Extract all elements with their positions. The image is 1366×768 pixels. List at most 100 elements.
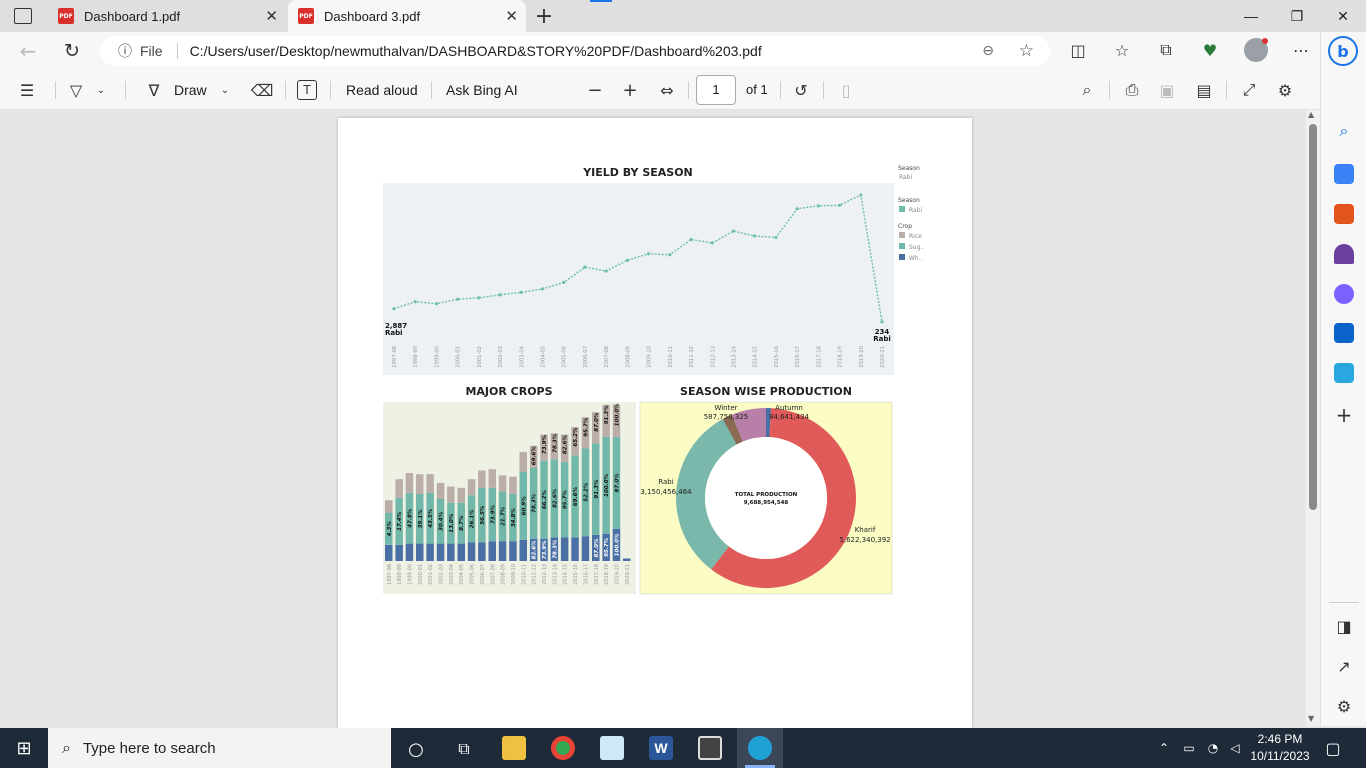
search-icon[interactable]: ⌕ [1077,80,1097,100]
zoom-in-icon[interactable]: + [620,80,640,101]
vertical-scrollbar[interactable]: ▲ ▼ [1306,110,1320,726]
print-icon[interactable]: ⎙ [1122,80,1142,100]
crop-bar-label: 82.6% [552,488,558,508]
scroll-up-icon[interactable]: ▲ [1308,110,1314,119]
tab-dashboard-1[interactable]: PDF Dashboard 1.pdf ✕ [48,0,286,32]
rotate-icon[interactable]: ↺ [791,80,811,100]
crop-bar-segment [478,470,486,488]
close-window-button[interactable]: ✕ [1320,0,1366,32]
crop-bar-label: 52.2% [583,482,589,502]
settings-gear-icon[interactable]: ⚙ [1333,695,1355,717]
url-text: C:/Users/user/Desktop/newmuthalvan/DASHB… [189,43,762,59]
tab-actions-icon[interactable] [14,8,32,24]
yield-x-tick: 2007-08 [604,346,610,368]
fullscreen-icon[interactable]: ⤢ [1239,80,1259,100]
games-icon[interactable] [1334,244,1354,264]
bing-chat-icon[interactable]: b [1328,36,1358,66]
settings-gear-icon[interactable]: ⚙ [1275,80,1295,100]
chevron-down-icon[interactable]: ⌄ [94,82,108,98]
close-tab-icon[interactable]: ✕ [265,7,278,25]
contents-icon[interactable]: ☰ [18,80,36,100]
tab-bar: PDF Dashboard 1.pdf ✕ PDF Dashboard 3.pd… [0,0,1366,32]
zoom-out-icon[interactable]: − [585,80,605,101]
wifi-icon[interactable]: ◔ [1204,738,1222,758]
draw-button[interactable]: Draw [174,82,207,98]
page-number-input[interactable]: 1 [696,75,736,105]
new-tab-button[interactable]: + [533,4,555,29]
page-view-icon[interactable]: ▯ [836,80,856,100]
text-box-icon[interactable]: T [297,80,317,100]
favorite-star-icon[interactable]: ☆ [1019,41,1034,61]
yield-x-tick: 2004-05 [541,346,547,368]
word-icon[interactable]: W [649,736,673,760]
cortana-icon[interactable]: ○ [405,738,427,760]
split-screen-icon[interactable]: ◫ [1068,40,1088,60]
crop-bar-segment [623,558,631,561]
eraser-icon[interactable]: ⌫ [251,80,274,100]
chrome-icon[interactable] [551,736,575,760]
taskbar-search[interactable]: ⌕ Type here to search [48,728,391,768]
clock[interactable]: 2:46 PM 10/11/2023 [1250,731,1310,765]
crop-bar-label: 65.2% [573,427,579,447]
edge-icon[interactable] [748,736,772,760]
volume-icon[interactable]: ◁ [1226,738,1244,758]
save-as-icon[interactable]: ▤ [1194,80,1214,100]
ask-bing-button[interactable]: Ask Bing AI [446,82,518,98]
crop-bar-segment [405,543,414,561]
yield-point [413,300,417,304]
file-explorer-icon[interactable] [502,736,526,760]
scroll-down-icon[interactable]: ▼ [1308,714,1314,723]
read-aloud-button[interactable]: Read aloud [346,82,418,98]
task-view-icon[interactable]: ⧉ [453,738,475,760]
yield-x-tick: 1998-99 [413,346,419,368]
season-prod-donut [676,408,856,588]
crop-bar-segment [426,474,434,493]
back-arrow-icon[interactable]: ← [16,39,40,63]
crop-bar-label: 95.7% [563,490,569,510]
pdf-viewer[interactable]: YIELD BY SEASON 1997-98 1998-99 1999-00 200… [0,110,1320,728]
scroll-thumb[interactable] [1309,124,1317,510]
close-tab-icon[interactable]: ✕ [505,7,518,25]
favorites-icon[interactable]: ☆ [1112,40,1132,60]
crop-x-tick: 2004-05 [459,564,465,585]
zoom-icon[interactable]: ⊖ [982,43,994,59]
fit-page-icon[interactable]: ⇔ [657,80,677,100]
photos-icon[interactable] [698,736,722,760]
shopping-icon[interactable] [1334,164,1354,184]
address-bar[interactable]: ⓘ File C:/Users/user/Desktop/newmuthalva… [100,36,1050,66]
restore-button[interactable]: ❐ [1274,0,1320,32]
crop-bar-segment [395,479,403,498]
sidebar-toggle-icon[interactable]: ◨ [1333,615,1355,637]
more-options-icon[interactable]: ⋯ [1290,40,1312,60]
kharif-label: Kharif [855,526,876,534]
save-icon[interactable]: ▣ [1157,80,1177,100]
crop-bar-label: 78.3% [552,539,558,559]
snipping-tool-icon[interactable] [600,736,624,760]
tools-icon[interactable] [1334,204,1354,224]
highlight-icon[interactable]: ▽ [66,80,86,100]
crop-x-tick: 1999-00 [407,564,413,585]
search-icon[interactable]: ⌕ [1333,120,1355,142]
office-icon[interactable] [1334,284,1354,304]
page-count: of 1 [746,82,768,97]
collections-icon[interactable]: ⧉ [1156,40,1176,60]
yield-point [477,296,481,300]
windows-start-icon[interactable]: ⊞ [14,738,34,759]
external-link-icon[interactable]: ↗ [1333,655,1355,677]
divider [688,81,689,99]
send-icon[interactable] [1334,363,1354,383]
tab-dashboard-3[interactable]: PDF Dashboard 3.pdf ✕ [288,0,526,32]
battery-icon[interactable]: ▭ [1180,738,1198,758]
yield-point [562,280,566,285]
add-icon[interactable]: + [1333,403,1355,427]
notifications-icon[interactable]: ▢ [1322,737,1344,759]
outlook-icon[interactable] [1334,323,1354,343]
chevron-up-icon[interactable]: ⌃ [1155,738,1173,758]
info-icon[interactable]: ⓘ [118,41,132,61]
draw-icon[interactable]: ∇ [144,80,164,100]
crop-x-tick: 2011-12 [532,564,538,585]
minimize-button[interactable]: — [1228,0,1274,32]
browser-essentials-icon[interactable]: ♥ [1200,40,1220,60]
refresh-icon[interactable]: ↻ [60,40,84,62]
chevron-down-icon[interactable]: ⌄ [218,82,232,98]
